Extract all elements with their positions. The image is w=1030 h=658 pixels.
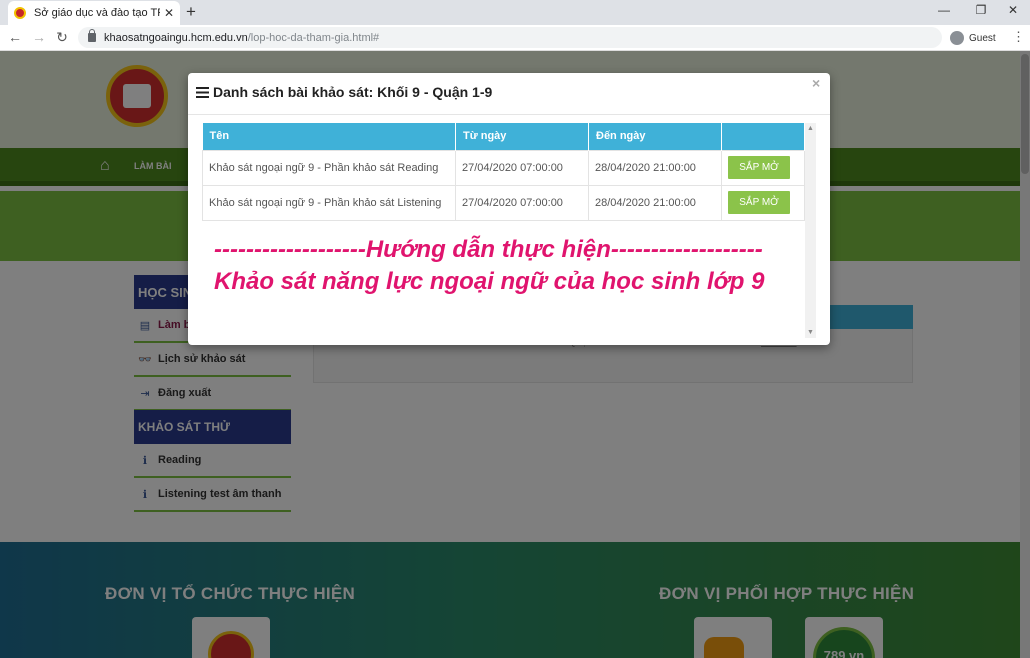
column-header-from: Từ ngày	[455, 123, 589, 150]
profile-label: Guest	[969, 32, 996, 44]
survey-name: Khảo sát ngoại ngữ 9 - Phần khảo sát Rea…	[202, 149, 456, 186]
tab-close-icon[interactable]: ✕	[164, 6, 174, 20]
survey-list-modal: Danh sách bài khảo sát: Khối 9 - Quận 1-…	[188, 73, 830, 345]
new-tab-button[interactable]: +	[186, 3, 196, 21]
favicon-icon	[14, 7, 26, 19]
address-bar-row: ← → ↻ khaosatngoaingu.hcm.edu.vn/lop-hoc…	[0, 25, 1030, 51]
modal-title-text: Danh sách bài khảo sát: Khối 9 - Quận 1-…	[213, 84, 493, 100]
guide-title-line2: Khảo sát năng lực ngoại ngữ của học sinh…	[214, 268, 765, 295]
avatar-icon	[950, 31, 964, 45]
scroll-down-icon[interactable]: ▼	[807, 329, 814, 336]
coming-soon-button[interactable]: SẮP MỞ	[728, 156, 790, 179]
column-header-to: Đến ngày	[588, 123, 722, 150]
lock-icon	[88, 29, 96, 42]
modal-scrollbar[interactable]: ▲ ▼	[805, 123, 816, 338]
close-window-button[interactable]: ✕	[1003, 3, 1023, 17]
browser-tab[interactable]: Sở giáo dục và đào tạo TP.HCM ✕	[8, 1, 180, 25]
forward-button[interactable]: →	[30, 28, 48, 46]
survey-from: 27/04/2020 07:00:00	[455, 184, 589, 221]
modal-body: Tên Từ ngày Đến ngày Khảo sát ngoại ngữ …	[202, 123, 805, 333]
browser-menu-icon[interactable]: ⋮	[1012, 29, 1025, 45]
survey-to: 28/04/2020 21:00:00	[588, 149, 722, 186]
minimize-button[interactable]: —	[934, 3, 954, 17]
guide-title-line1: -------------------Hướng dẫn thực hiện--…	[214, 236, 763, 263]
tab-title: Sở giáo dục và đào tạo TP.HCM	[34, 7, 160, 19]
profile-button[interactable]: Guest	[950, 28, 996, 48]
action-cell: SẮP MỞ	[721, 184, 805, 221]
list-icon	[196, 86, 209, 98]
scroll-up-icon[interactable]: ▲	[807, 125, 814, 132]
back-button[interactable]: ←	[6, 28, 24, 46]
table-row: Khảo sát ngoại ngữ 9 - Phần khảo sát Rea…	[202, 149, 805, 186]
page-viewport: ⌂ LÀM BÀI HỌC SINH ▤ Làm bài 👓 Lịch sử k…	[0, 51, 1030, 658]
table-header-row: Tên Từ ngày Đến ngày	[202, 123, 805, 150]
action-cell: SẮP MỞ	[721, 149, 805, 186]
table-row: Khảo sát ngoại ngữ 9 - Phần khảo sát Lis…	[202, 184, 805, 221]
modal-title: Danh sách bài khảo sát: Khối 9 - Quận 1-…	[196, 84, 492, 100]
tab-strip: Sở giáo dục và đào tạo TP.HCM ✕ + — ❐ ✕	[0, 0, 1030, 25]
reload-button[interactable]: ↻	[53, 28, 71, 46]
column-header-name: Tên	[202, 123, 456, 150]
survey-to: 28/04/2020 21:00:00	[588, 184, 722, 221]
column-header-action	[721, 123, 805, 150]
divider	[188, 114, 830, 115]
survey-name: Khảo sát ngoại ngữ 9 - Phần khảo sát Lis…	[202, 184, 456, 221]
coming-soon-button[interactable]: SẮP MỞ	[728, 191, 790, 214]
url-host: khaosatngoaingu.hcm.edu.vn	[104, 31, 248, 44]
survey-from: 27/04/2020 07:00:00	[455, 149, 589, 186]
modal-close-button[interactable]: ×	[812, 75, 820, 91]
restore-button[interactable]: ❐	[971, 3, 991, 17]
survey-table: Tên Từ ngày Đến ngày Khảo sát ngoại ngữ …	[202, 123, 805, 221]
url-field[interactable]: khaosatngoaingu.hcm.edu.vn/lop-hoc-da-th…	[78, 27, 942, 48]
url-path: /lop-hoc-da-tham-gia.html#	[247, 31, 380, 44]
